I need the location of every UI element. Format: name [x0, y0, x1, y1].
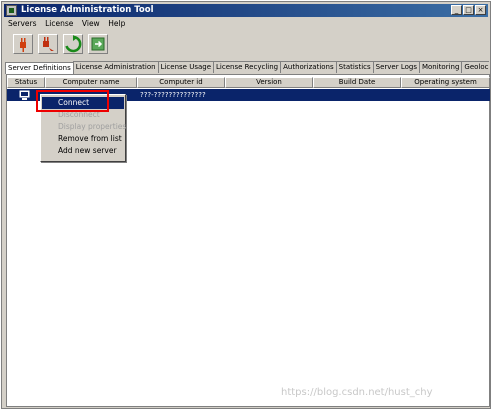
refresh-icon [65, 35, 82, 53]
disconnect-button[interactable] [38, 34, 58, 54]
menu-license[interactable]: License [42, 18, 76, 30]
app-icon [6, 5, 17, 16]
tab-license-usage[interactable]: License Usage [157, 61, 215, 73]
connect-button[interactable] [13, 34, 33, 54]
menu-item-remove-from-list[interactable]: Remove from list [42, 133, 124, 145]
export-icon [91, 37, 105, 51]
column-computer-id[interactable]: Computer id [137, 77, 225, 88]
tab-server-logs[interactable]: Server Logs [372, 61, 420, 73]
maximize-button[interactable]: □ [463, 5, 474, 15]
column-operating-system[interactable]: Operating system [401, 77, 490, 88]
menu-view[interactable]: View [79, 18, 103, 30]
menu-servers[interactable]: Servers [5, 18, 40, 30]
tab-geolocation[interactable]: Geolocation [461, 61, 489, 73]
column-computer-name[interactable]: Computer name [45, 77, 137, 88]
column-version[interactable]: Version [225, 77, 313, 88]
highlight-annotation [36, 90, 109, 112]
close-button[interactable]: × [475, 5, 486, 15]
server-icon [19, 90, 30, 100]
tab-strip: Server Definitions License Administration… [5, 61, 489, 74]
export-button[interactable] [88, 34, 108, 54]
toolbar [5, 31, 489, 59]
refresh-button[interactable] [63, 34, 83, 54]
menu-bar: Servers License View Help [5, 18, 128, 30]
tab-license-recycling[interactable]: License Recycling [213, 61, 282, 73]
tab-statistics[interactable]: Statistics [335, 61, 374, 73]
column-build-date[interactable]: Build Date [313, 77, 401, 88]
watermark: https://blog.csdn.net/hust_chy [281, 387, 433, 398]
minimize-button[interactable]: _ [451, 5, 462, 15]
disconnect-plug-icon [43, 37, 54, 51]
tab-monitoring[interactable]: Monitoring [418, 61, 463, 73]
menu-item-display-properties[interactable]: Display properties [42, 121, 126, 133]
connect-plug-icon [20, 38, 26, 52]
tab-server-definitions[interactable]: Server Definitions [5, 62, 74, 74]
table-header: Status Computer name Computer id Version… [7, 77, 490, 88]
tab-authorizations[interactable]: Authorizations [280, 61, 337, 73]
computer-id-cell: ???-?????????????? [140, 91, 206, 99]
app-window: License Administration Tool _ □ × Server… [1, 1, 491, 409]
window-title: License Administration Tool [21, 5, 154, 15]
menu-item-add-new-server[interactable]: Add new server [42, 145, 124, 157]
tab-license-administration[interactable]: License Administration [72, 61, 159, 73]
title-bar[interactable]: License Administration Tool _ □ × [4, 4, 488, 17]
column-status[interactable]: Status [7, 77, 45, 88]
menu-help[interactable]: Help [105, 18, 128, 30]
